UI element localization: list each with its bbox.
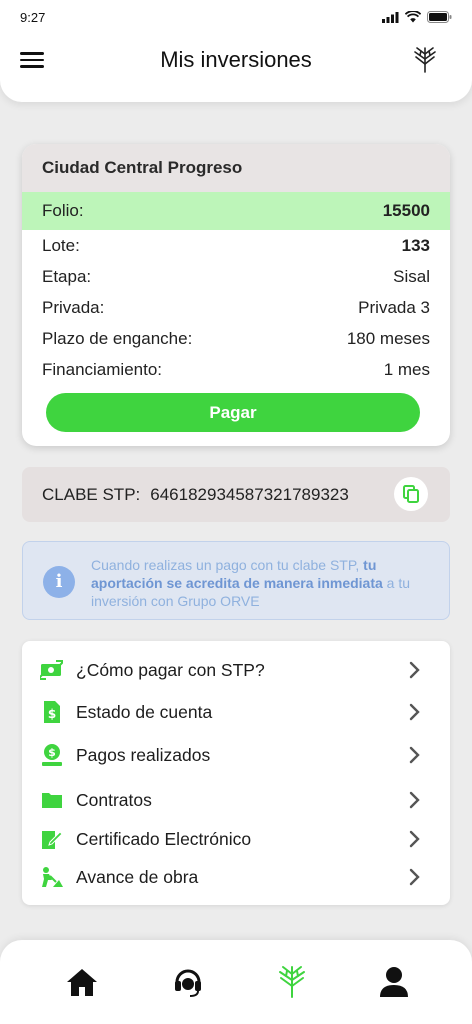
plazo-label: Plazo de enganche: — [42, 328, 193, 348]
chevron-right-icon — [409, 830, 420, 848]
page-title: Mis inversiones — [160, 47, 312, 72]
menu-item-pagos-realizados[interactable]: $ Pagos realizados — [22, 737, 450, 773]
menu-item-label: Certificado Electrónico — [76, 828, 252, 849]
svg-text:$: $ — [48, 707, 56, 721]
app-header: 9:27 Mis inversiones — [0, 0, 472, 102]
menu-item-label: Avance de obra — [76, 866, 199, 887]
folio-label: Folio: — [42, 201, 84, 220]
certificate-icon — [38, 826, 66, 852]
brand-tree-icon[interactable] — [412, 46, 438, 74]
lote-value: 133 — [401, 235, 430, 255]
hamburger-menu-icon[interactable] — [20, 48, 44, 72]
clabe-label: CLABE STP: — [42, 484, 141, 504]
privada-value: Privada 3 — [358, 297, 430, 317]
profile-icon[interactable] — [376, 964, 412, 1000]
chevron-right-icon — [409, 868, 420, 886]
lote-label: Lote: — [42, 235, 80, 255]
financiamiento-label: Financiamiento: — [42, 359, 163, 379]
financiamiento-row: Financiamiento: 1 mes — [22, 354, 450, 385]
investment-card: Ciudad Central Progreso Folio: 15500 Lot… — [22, 144, 450, 446]
financiamiento-value: 1 mes — [383, 359, 430, 379]
folder-icon — [38, 787, 66, 813]
wifi-icon — [405, 11, 421, 23]
payments-icon: $ — [38, 742, 66, 768]
etapa-value: Sisal — [393, 266, 430, 286]
menu-item-label: Contratos — [76, 789, 152, 810]
chevron-right-icon — [409, 791, 420, 809]
info-banner: i Cuando realizas un pago con tu clabe S… — [22, 541, 450, 620]
battery-icon — [427, 11, 452, 23]
header-row: Mis inversiones — [0, 40, 472, 80]
info-icon: i — [43, 566, 75, 598]
etapa-row: Etapa: Sisal — [22, 261, 450, 292]
brand-tree-nav-icon[interactable] — [274, 964, 310, 1000]
statement-icon: $ — [38, 699, 66, 725]
plazo-value: 180 meses — [346, 328, 430, 348]
privada-row: Privada: Privada 3 — [22, 292, 450, 323]
chevron-right-icon — [409, 661, 420, 679]
project-name: Ciudad Central Progreso — [22, 144, 450, 192]
bottom-nav — [0, 940, 472, 1024]
support-headset-icon[interactable] — [170, 964, 206, 1000]
privada-label: Privada: — [42, 297, 105, 317]
construction-icon — [38, 864, 66, 890]
money-transfer-icon — [38, 657, 66, 683]
copy-icon[interactable] — [394, 477, 428, 511]
home-icon[interactable] — [64, 964, 100, 1000]
menu-item-contratos[interactable]: Contratos — [22, 782, 450, 818]
clabe-box: CLABE STP: 646182934587321789323 — [22, 467, 450, 522]
folio-row: Folio: 15500 — [22, 192, 450, 230]
lote-row: Lote: 133 — [22, 230, 450, 261]
clabe-value: 646182934587321789323 — [150, 484, 349, 504]
status-icons — [382, 11, 452, 23]
info-text-start: Cuando realizas un pago con tu clabe STP… — [91, 557, 364, 573]
menu-item-label: Estado de cuenta — [76, 701, 213, 722]
plazo-row: Plazo de enganche: 180 meses — [22, 323, 450, 354]
menu-item-avance-obra[interactable]: Avance de obra — [22, 859, 450, 895]
status-time: 9:27 — [20, 9, 46, 25]
folio-value: 15500 — [382, 201, 430, 220]
menu-item-label: Pagos realizados — [76, 744, 211, 765]
etapa-label: Etapa: — [42, 266, 92, 286]
signal-icon — [382, 11, 399, 23]
svg-text:$: $ — [48, 746, 56, 759]
menu-list: ¿Cómo pagar con STP? $ Estado de cuenta … — [22, 641, 450, 905]
menu-item-como-pagar[interactable]: ¿Cómo pagar con STP? — [22, 652, 450, 688]
chevron-right-icon — [409, 746, 420, 764]
status-bar: 9:27 — [0, 0, 472, 34]
menu-item-label: ¿Cómo pagar con STP? — [76, 659, 265, 680]
chevron-right-icon — [409, 703, 420, 721]
menu-item-estado-cuenta[interactable]: $ Estado de cuenta — [22, 694, 450, 730]
menu-item-certificado[interactable]: Certificado Electrónico — [22, 821, 450, 857]
pay-button[interactable]: Pagar — [46, 393, 420, 432]
